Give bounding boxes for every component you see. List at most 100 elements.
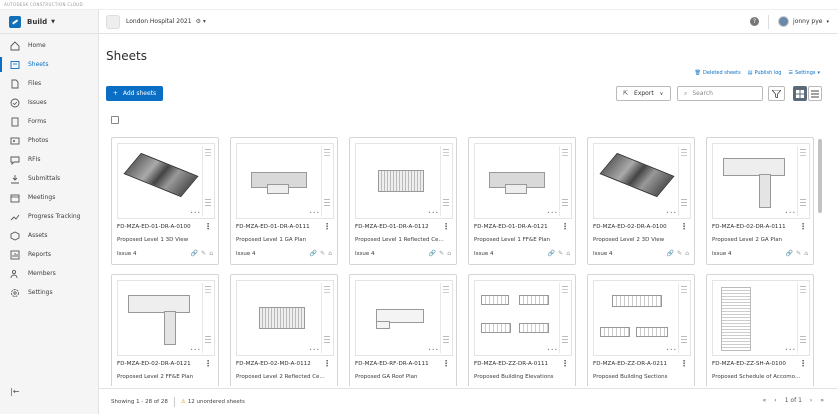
sheet-thumbnail[interactable]: • • • (593, 143, 691, 219)
sheet-card[interactable]: • • • FD-MZA-ED-ZZ-SH-A-0100 ⋮ Proposed Sch… (706, 274, 814, 386)
user-menu[interactable]: jonny pye ▾ (778, 16, 829, 27)
link-icon[interactable]: 🔗 (667, 250, 674, 257)
first-page-icon[interactable]: « (763, 397, 767, 404)
sidebar-item-progress-tracking[interactable]: Progress Tracking (0, 207, 98, 226)
sidebar-nav: Home Sheets Files Issues Forms Photos RFIs Subm… (0, 36, 98, 302)
markup-icon[interactable]: ✎ (320, 250, 325, 257)
sidebar-item-issues[interactable]: Issues (0, 93, 98, 112)
more-options-icon[interactable]: ⋮ (680, 222, 688, 231)
unordered-sheets-link[interactable]: 12 unordered sheets (188, 399, 245, 405)
sidebar-item-photos[interactable]: Photos (0, 131, 98, 150)
sidebar-item-forms[interactable]: Forms (0, 112, 98, 131)
sidebar-item-rfis[interactable]: RFIs (0, 150, 98, 169)
project-selector[interactable]: London Hospital 2021 (126, 18, 192, 25)
sheet-thumbnail[interactable]: • • • (117, 280, 215, 356)
collapse-sidebar-icon[interactable]: |← (10, 387, 19, 396)
sidebar-item-settings[interactable]: Settings (0, 283, 98, 302)
sheet-thumbnail[interactable]: • • • (474, 280, 572, 356)
sidebar-item-assets[interactable]: Assets (0, 226, 98, 245)
issue-icon[interactable]: ⌂ (447, 250, 451, 257)
filter-button[interactable] (768, 86, 785, 101)
more-options-icon[interactable]: ⋮ (442, 222, 450, 231)
sheet-thumbnail[interactable]: • • • (236, 143, 334, 219)
sidebar-item-reports[interactable]: Reports (0, 245, 98, 264)
list-view-toggle[interactable] (808, 86, 822, 101)
markup-icon[interactable]: ✎ (796, 250, 801, 257)
sidebar-item-home[interactable]: Home (0, 36, 98, 55)
last-page-icon[interactable]: » (820, 397, 824, 404)
sheet-card[interactable]: • • • FD-MZA-ED-01-DR-A-0112 ⋮ Proposed Lev… (349, 137, 457, 265)
sidebar-item-meetings[interactable]: Meetings (0, 188, 98, 207)
log-icon: ▤ (747, 70, 753, 76)
markup-icon[interactable]: ✎ (439, 250, 444, 257)
module-switcher[interactable]: Build ▼ (0, 10, 98, 34)
sheet-card[interactable]: • • • FD-MZA-ED-02-DR-A-0111 ⋮ Proposed Lev… (706, 137, 814, 265)
deleted-sheets-link[interactable]: 🗑 Deleted sheets (695, 70, 741, 76)
more-options-icon[interactable]: ⋮ (204, 359, 212, 368)
sheet-grid: • • • FD-MZA-ED-01-DR-A-0100 ⋮ Proposed Lev… (106, 131, 815, 386)
link-icon[interactable]: 🔗 (429, 250, 436, 257)
sidebar-item-submittals[interactable]: Submittals (0, 169, 98, 188)
sheet-thumbnail[interactable]: • • • (712, 280, 810, 356)
add-sheets-button[interactable]: + Add sheets (106, 86, 163, 101)
sheet-card[interactable]: • • • FD-MZA-ED-01-DR-A-0111 ⋮ Proposed Lev… (230, 137, 338, 265)
sheet-title: Proposed GA Roof Plan (355, 374, 418, 380)
sheet-card[interactable]: • • • FD-MZA-ED-02-DR-A-0121 ⋮ Proposed Lev… (111, 274, 219, 386)
link-icon[interactable]: 🔗 (786, 250, 793, 257)
product-banner: AUTODESK CONSTRUCTION CLOUD (0, 0, 838, 10)
markup-icon[interactable]: ✎ (677, 250, 682, 257)
settings-link[interactable]: ☰ Settings ▾ (788, 70, 822, 76)
sheet-card[interactable]: • • • FD-MZA-ED-ZZ-DR-A-0111 ⋮ Proposed Bui… (468, 274, 576, 386)
search-input[interactable]: ⌕ Search (677, 86, 763, 101)
help-icon[interactable]: ? (750, 17, 759, 26)
markup-icon[interactable]: ✎ (201, 250, 206, 257)
build-module-icon (9, 15, 21, 28)
link-icon[interactable]: 🔗 (191, 250, 198, 257)
sheet-thumbnail[interactable]: • • • (355, 280, 453, 356)
issue-icon[interactable]: ⌂ (566, 250, 570, 257)
more-options-icon[interactable]: ⋮ (323, 222, 331, 231)
markup-icon[interactable]: ✎ (558, 250, 563, 257)
grid-view-toggle[interactable] (793, 86, 807, 101)
more-options-icon[interactable]: ⋮ (561, 359, 569, 368)
more-options-icon[interactable]: ⋮ (799, 222, 807, 231)
link-icon[interactable]: 🔗 (548, 250, 555, 257)
more-options-icon[interactable]: ⋮ (799, 359, 807, 368)
sheet-card[interactable]: • • • FD-MZA-ED-RF-DR-A-0111 ⋮ Proposed GA … (349, 274, 457, 386)
sheet-thumbnail[interactable]: • • • (117, 143, 215, 219)
export-button[interactable]: ⇱ Export ∨ (616, 86, 671, 101)
sheet-thumbnail[interactable]: • • • (593, 280, 691, 356)
issue-icon[interactable]: ⌂ (804, 250, 808, 257)
sheet-card[interactable]: • • • FD-MZA-ED-ZZ-DR-A-0211 ⋮ Proposed Bui… (587, 274, 695, 386)
scrollbar-thumb[interactable] (818, 139, 822, 213)
footer: Showing 1 - 28 of 28 ⚠ 12 unordered shee… (99, 388, 838, 414)
more-options-icon[interactable]: ⋮ (561, 222, 569, 231)
sidebar-item-files[interactable]: Files (0, 74, 98, 93)
issue-icon[interactable]: ⌂ (685, 250, 689, 257)
sheet-card[interactable]: • • • FD-MZA-ED-01-DR-A-0100 ⋮ Proposed Lev… (111, 137, 219, 265)
sheet-title: Proposed Level 1 GA Plan (236, 237, 307, 243)
submittals-icon (11, 174, 19, 183)
sidebar-item-sheets[interactable]: Sheets (0, 55, 98, 74)
link-icon[interactable]: 🔗 (310, 250, 317, 257)
issue-icon[interactable]: ⌂ (328, 250, 332, 257)
sheet-thumbnail[interactable]: • • • (474, 143, 572, 219)
sheet-thumbnail[interactable]: • • • (355, 143, 453, 219)
more-options-icon[interactable]: ⋮ (204, 222, 212, 231)
publish-log-link[interactable]: ▤ Publish log (748, 70, 782, 76)
export-icon: ⇱ (623, 90, 629, 97)
sheet-thumbnail[interactable]: • • • (712, 143, 810, 219)
more-options-icon[interactable]: ⋮ (442, 359, 450, 368)
next-page-icon[interactable]: › (810, 397, 812, 404)
sheet-thumbnail[interactable]: • • • (236, 280, 334, 356)
sheet-card[interactable]: • • • FD-MZA-ED-02-DR-A-0100 ⋮ Proposed Lev… (587, 137, 695, 265)
sheet-card[interactable]: • • • FD-MZA-ED-01-DR-A-0121 ⋮ Proposed Lev… (468, 137, 576, 265)
chevron-down-icon[interactable]: ⚙ ▾ (196, 18, 206, 25)
sidebar-item-members[interactable]: Members (0, 264, 98, 283)
more-options-icon[interactable]: ⋮ (323, 359, 331, 368)
more-options-icon[interactable]: ⋮ (680, 359, 688, 368)
issue-icon[interactable]: ⌂ (209, 250, 213, 257)
sheet-card[interactable]: • • • FD-MZA-ED-02-MD-A-0112 ⋮ Proposed Lev… (230, 274, 338, 386)
prev-page-icon[interactable]: ‹ (774, 397, 776, 404)
select-all-checkbox[interactable] (111, 116, 119, 124)
